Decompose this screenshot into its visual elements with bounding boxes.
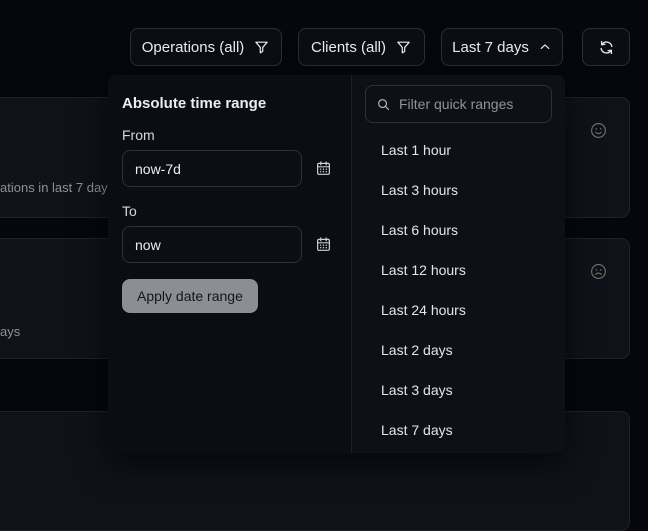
quick-ranges-section: Last 1 hourLast 3 hoursLast 6 hoursLast …	[352, 75, 565, 453]
time-range-label: Last 7 days	[452, 39, 529, 56]
refresh-button[interactable]	[582, 28, 630, 66]
time-range-picker-button[interactable]: Last 7 days	[441, 28, 563, 66]
quick-range-option[interactable]: Last 6 hours	[352, 210, 565, 250]
quick-range-option[interactable]: Last 3 days	[352, 370, 565, 410]
quick-range-option[interactable]: Last 2 days	[352, 330, 565, 370]
search-icon	[376, 97, 391, 112]
absolute-time-range-title: Absolute time range	[122, 95, 337, 112]
from-calendar-button[interactable]	[315, 160, 332, 177]
card-subtitle-partial: ays	[0, 324, 20, 339]
quick-range-option[interactable]: Last 7 days	[352, 410, 565, 450]
to-input[interactable]	[122, 226, 302, 263]
operations-filter-button[interactable]: Operations (all)	[130, 28, 282, 66]
calendar-icon	[315, 165, 332, 180]
from-label: From	[122, 127, 337, 143]
filter-quick-ranges-input[interactable]	[365, 85, 552, 123]
absolute-time-range-section: Absolute time range From To Apply date r…	[108, 75, 352, 453]
funnel-icon	[395, 39, 412, 56]
from-input[interactable]	[122, 150, 302, 187]
clients-filter-label: Clients (all)	[311, 39, 386, 56]
quick-ranges-list: Last 1 hourLast 3 hoursLast 6 hoursLast …	[352, 130, 565, 450]
quick-range-option[interactable]: Last 3 hours	[352, 170, 565, 210]
to-label: To	[122, 203, 337, 219]
clients-filter-button[interactable]: Clients (all)	[298, 28, 425, 66]
to-calendar-button[interactable]	[315, 236, 332, 253]
smiley-face-icon	[589, 121, 608, 140]
refresh-icon	[598, 39, 615, 56]
chevron-up-icon	[538, 40, 552, 54]
operations-filter-label: Operations (all)	[142, 39, 245, 56]
quick-range-option[interactable]: Last 24 hours	[352, 290, 565, 330]
card-subtitle-partial: ations in last 7 days	[0, 180, 114, 195]
calendar-icon	[315, 241, 332, 256]
quick-range-option[interactable]: Last 1 hour	[352, 130, 565, 170]
frown-face-icon	[589, 262, 608, 281]
quick-range-option[interactable]: Last 12 hours	[352, 250, 565, 290]
funnel-icon	[253, 39, 270, 56]
time-range-dropdown-panel: Absolute time range From To Apply date r…	[108, 75, 565, 453]
apply-date-range-button[interactable]: Apply date range	[122, 279, 258, 313]
